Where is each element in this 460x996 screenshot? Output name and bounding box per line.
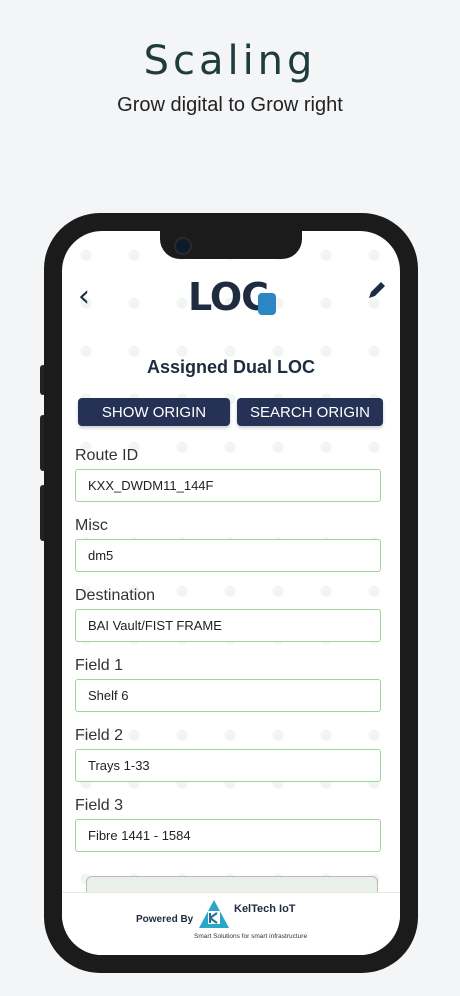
field-1-input[interactable]: Shelf 6: [75, 679, 381, 712]
pencil-icon[interactable]: [366, 279, 388, 307]
chevron-left-icon[interactable]: ‹: [78, 279, 90, 314]
phone-frame: ‹ LOC Assigned Dual LOC SHOW ORIGIN SEAR…: [44, 213, 418, 973]
promo-subhead: Grow digital to Grow right: [117, 94, 343, 116]
route-id-field[interactable]: KXX_DWDM11_144F: [75, 469, 381, 502]
misc-field[interactable]: dm5: [75, 539, 381, 572]
phone-badge-icon: [258, 293, 276, 315]
field-2-label: Field 2: [75, 727, 124, 744]
app-logo: LOC: [188, 275, 269, 319]
app-screen: ‹ LOC Assigned Dual LOC SHOW ORIGIN SEAR…: [62, 231, 400, 955]
promo-headline: Scaling: [143, 38, 317, 84]
misc-label: Misc: [75, 517, 108, 534]
powered-by-label: Powered By: [136, 914, 194, 925]
page-title: Assigned Dual LOC: [146, 357, 316, 377]
destination-label: Destination: [75, 587, 156, 604]
app-logo-text: LOC: [188, 275, 269, 319]
brand-tagline: Smart Solutions for smart infrastructure: [194, 933, 308, 940]
field-2-input[interactable]: Trays 1-33: [75, 749, 381, 782]
app-header: ‹ LOC: [62, 271, 400, 331]
show-origin-button[interactable]: SHOW ORIGIN: [78, 398, 230, 426]
keltech-logo-icon: [199, 900, 229, 928]
camera-icon: [174, 237, 192, 255]
destination-field[interactable]: BAI Vault/FIST FRAME: [75, 609, 381, 642]
search-origin-button[interactable]: SEARCH ORIGIN: [237, 398, 383, 426]
brand-name: KelTech IoT: [234, 903, 296, 915]
phone-notch: [160, 231, 302, 259]
field-3-label: Field 3: [75, 797, 124, 814]
route-id-label: Route ID: [75, 447, 139, 464]
field-3-input[interactable]: Fibre 1441 - 1584: [75, 819, 381, 852]
field-1-label: Field 1: [75, 657, 124, 674]
footer: Powered By KelTech IoT Smart Solutions f…: [62, 892, 400, 955]
